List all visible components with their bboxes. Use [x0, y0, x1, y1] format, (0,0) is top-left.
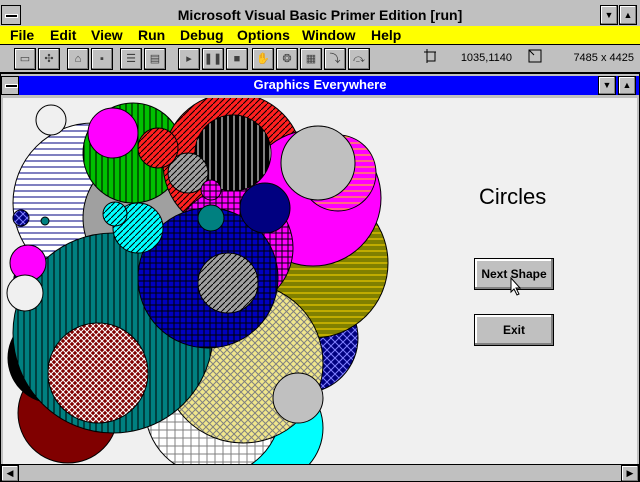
run-icon[interactable]: ▸: [178, 48, 200, 70]
exit-button[interactable]: Exit: [474, 314, 554, 346]
minimize-icon[interactable]: ▼: [600, 5, 618, 25]
shape-name-label: Circles: [479, 184, 547, 209]
horizontal-scrollbar[interactable]: ◀ ▶: [1, 464, 639, 482]
open-icon[interactable]: ⌂: [67, 48, 89, 70]
menu-help[interactable]: Help: [371, 27, 401, 43]
scroll-left-icon[interactable]: ◀: [1, 465, 19, 482]
size-readout: 7485 x 4425: [573, 52, 634, 64]
menu-view[interactable]: View: [91, 27, 123, 43]
single-step-icon[interactable]: ⤵: [324, 48, 346, 70]
menu-design-icon[interactable]: ▤: [144, 48, 166, 70]
scroll-right-icon[interactable]: ▶: [621, 465, 639, 482]
form-title-bar[interactable]: Graphics Everywhere ▼ ▲: [1, 76, 639, 95]
menu-edit[interactable]: Edit: [50, 27, 76, 43]
drawing-canvas: Circles Next Shape Exit: [3, 98, 637, 464]
module-icon[interactable]: ✣: [38, 48, 60, 70]
form-icon[interactable]: ▭: [14, 48, 36, 70]
size-icon: [528, 49, 542, 67]
form-maximize-icon[interactable]: ▲: [618, 76, 636, 95]
menu-file[interactable]: File: [10, 27, 34, 43]
graphics-form-window: Graphics Everywhere ▼ ▲ Circles Next Sha…: [0, 73, 640, 482]
calls-icon[interactable]: ▦: [300, 48, 322, 70]
procedure-step-icon[interactable]: ⤼: [348, 48, 370, 70]
breakpoint-icon[interactable]: ✋: [252, 48, 274, 70]
mouse-pointer-icon: [510, 277, 522, 296]
properties-icon[interactable]: ☰: [120, 48, 142, 70]
position-icon: [424, 49, 436, 67]
maximize-icon[interactable]: ▲: [619, 5, 637, 25]
toolbar: ▭ ✣ ⌂ ▪ ☰ ▤ ▸ ❚❚ ■ ✋ ❂ ▦ ⤵ ⤼ 1035,1140 7…: [0, 45, 640, 73]
menu-bar: File Edit View Run Debug Options Window …: [0, 26, 640, 45]
vb-main-window: Microsoft Visual Basic Primer Edition [r…: [0, 0, 640, 482]
menu-window[interactable]: Window: [302, 27, 356, 43]
menu-debug[interactable]: Debug: [180, 27, 224, 43]
app-title: Microsoft Visual Basic Primer Edition [r…: [177, 7, 463, 23]
menu-options[interactable]: Options: [237, 27, 290, 43]
form-title: Graphics Everywhere: [253, 77, 387, 92]
form-minimize-icon[interactable]: ▼: [598, 76, 616, 95]
position-readout: 1035,1140: [460, 52, 512, 64]
stop-icon[interactable]: ■: [226, 48, 248, 70]
pause-icon[interactable]: ❚❚: [202, 48, 224, 70]
menu-run[interactable]: Run: [138, 27, 165, 43]
save-icon[interactable]: ▪: [91, 48, 113, 70]
instant-watch-icon[interactable]: ❂: [276, 48, 298, 70]
app-title-bar[interactable]: Microsoft Visual Basic Primer Edition [r…: [0, 4, 640, 27]
